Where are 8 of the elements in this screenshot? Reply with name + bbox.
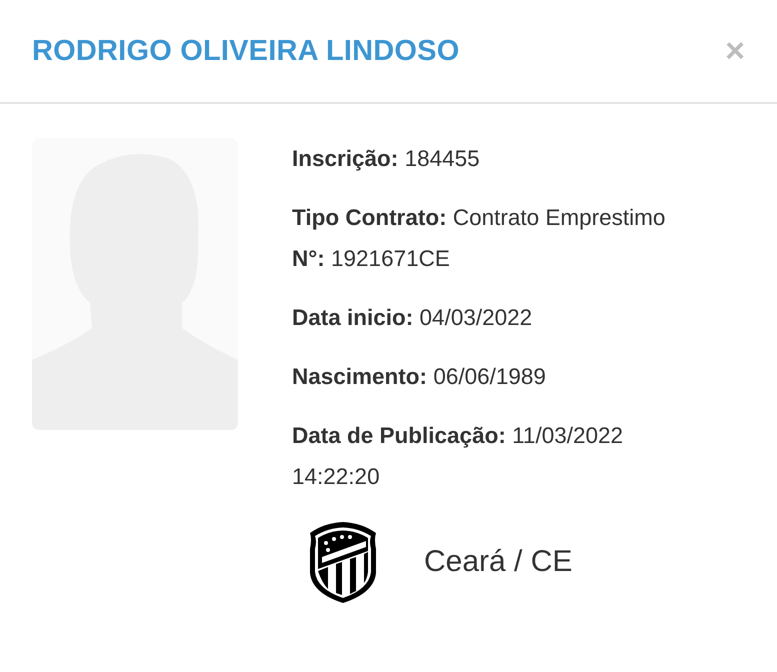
detail-text: Tipo Contrato: Contrato Emprestimo N°: 1921671CE (292, 204, 666, 273)
detail-text: Data de Publicação: 11/03/2022 14:22:20 (292, 422, 624, 491)
dialog-title: RODRIGO OLIVEIRA LINDOSO (32, 34, 460, 68)
detail-text: Data inicio: 04/03/2022 (292, 304, 534, 332)
detail-text: Inscrição: 184455 (292, 145, 481, 173)
close-button[interactable]: × (725, 34, 745, 68)
club-name: Ceará / CE (424, 545, 572, 579)
detail-text: Nascimento: 06/06/1989 (292, 363, 547, 391)
